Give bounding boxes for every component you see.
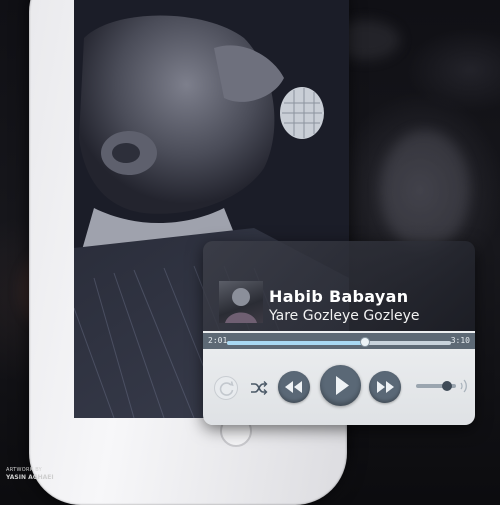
- seek-handle[interactable]: [359, 337, 370, 347]
- repeat-button[interactable]: [214, 376, 238, 400]
- repeat-icon: [219, 381, 234, 396]
- time-elapsed: 2:01: [208, 336, 228, 345]
- volume-icon: [460, 379, 467, 393]
- artwork-credit: ARTWORK BY YASIN AGHAEI: [6, 467, 54, 481]
- fast-forward-button[interactable]: [369, 371, 401, 403]
- seek-track[interactable]: [227, 341, 451, 345]
- credit-name: YASIN AGHAEI: [6, 474, 54, 481]
- track-title: Yare Gozleye Gozleye: [269, 308, 420, 324]
- music-player: Habib Babayan Yare Gozleye Gozleye 2:01 …: [203, 241, 475, 425]
- shuffle-button[interactable]: [247, 376, 271, 400]
- rewind-icon: [285, 381, 302, 393]
- credit-label: ARTWORK BY: [6, 467, 43, 473]
- album-art: [219, 281, 263, 323]
- shuffle-icon: [251, 381, 268, 395]
- fast-forward-icon: [377, 381, 394, 393]
- time-total: 3:10: [450, 336, 470, 345]
- seek-progress-fill: [227, 341, 365, 345]
- play-icon: [336, 376, 349, 395]
- play-button[interactable]: [320, 365, 361, 406]
- artist-name: Habib Babayan: [269, 287, 409, 306]
- rewind-button[interactable]: [278, 371, 310, 403]
